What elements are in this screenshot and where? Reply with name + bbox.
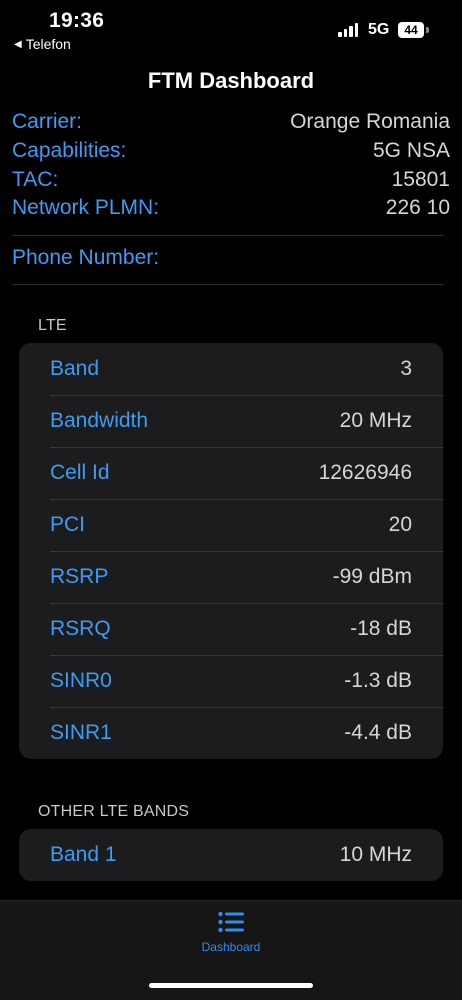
row-value: 12626946 bbox=[318, 461, 412, 484]
lte-row-band: Band 3 bbox=[19, 343, 443, 395]
lte-row-rsrp: RSRP -99 dBm bbox=[19, 551, 443, 603]
battery-icon: 44 bbox=[398, 22, 424, 38]
tab-dashboard[interactable]: Dashboard bbox=[190, 911, 272, 954]
other-bands-card: Band 1 10 MHz bbox=[19, 829, 443, 881]
divider bbox=[12, 235, 444, 236]
info-label: Network PLMN: bbox=[12, 196, 160, 219]
row-value: -18 dB bbox=[350, 617, 412, 640]
row-value: -4.4 dB bbox=[344, 721, 412, 744]
row-label: PCI bbox=[50, 513, 86, 536]
lte-row-bandwidth: Bandwidth 20 MHz bbox=[19, 395, 443, 447]
info-value: 15801 bbox=[391, 168, 450, 191]
back-label: Telefon bbox=[25, 36, 71, 52]
lte-row-cell-id: Cell Id 12626946 bbox=[19, 447, 443, 499]
row-label: Band bbox=[50, 357, 100, 380]
battery-tip bbox=[426, 27, 429, 33]
info-value: 226 10 bbox=[385, 196, 450, 219]
info-row-phone: Phone Number: bbox=[12, 244, 450, 272]
row-value: 10 MHz bbox=[339, 843, 412, 866]
info-row-capabilities: Capabilities: 5G NSA bbox=[12, 137, 450, 165]
network-type: 5G bbox=[368, 21, 390, 38]
row-value: 20 MHz bbox=[339, 409, 412, 432]
status-bar: 19:36 ◀ Telefon 5G 44 bbox=[0, 0, 462, 60]
info-row-tac: TAC: 15801 bbox=[12, 166, 450, 194]
lte-row-pci: PCI 20 bbox=[19, 499, 443, 551]
row-label: SINR1 bbox=[50, 721, 112, 744]
row-label: Cell Id bbox=[50, 461, 110, 484]
status-time: 19:36 bbox=[49, 9, 105, 32]
back-to-app-button[interactable]: ◀ Telefon bbox=[14, 36, 71, 52]
row-label: SINR0 bbox=[50, 669, 112, 692]
section-header-other-bands: OTHER LTE BANDS bbox=[38, 803, 190, 820]
row-value: 20 bbox=[388, 513, 412, 536]
tab-label: Dashboard bbox=[201, 940, 261, 954]
lte-row-sinr0: SINR0 -1.3 dB bbox=[19, 655, 443, 707]
section-header-lte: LTE bbox=[38, 317, 67, 334]
info-row-carrier: Carrier: Orange Romania bbox=[12, 108, 450, 136]
info-value: 5G NSA bbox=[372, 139, 450, 162]
home-indicator[interactable] bbox=[149, 983, 313, 988]
lte-card: Band 3 Bandwidth 20 MHz Cell Id 12626946… bbox=[19, 343, 443, 759]
row-label: RSRQ bbox=[50, 617, 111, 640]
info-label: TAC: bbox=[12, 168, 59, 191]
lte-row-sinr1: SINR1 -4.4 dB bbox=[19, 707, 443, 759]
row-value: -1.3 dB bbox=[344, 669, 412, 692]
row-label: Bandwidth bbox=[50, 409, 149, 432]
row-value: -99 dBm bbox=[332, 565, 412, 588]
other-band-row: Band 1 10 MHz bbox=[19, 829, 443, 881]
info-label: Carrier: bbox=[12, 110, 83, 133]
row-label: Band 1 bbox=[50, 843, 117, 866]
back-arrow-icon: ◀ bbox=[14, 38, 22, 50]
info-value: Orange Romania bbox=[290, 110, 450, 133]
divider bbox=[12, 284, 444, 285]
lte-row-rsrq: RSRQ -18 dB bbox=[19, 603, 443, 655]
row-value: 3 bbox=[400, 357, 412, 380]
page-title: FTM Dashboard bbox=[147, 68, 315, 93]
list-icon bbox=[218, 911, 244, 933]
row-label: RSRP bbox=[50, 565, 109, 588]
cellular-signal-icon bbox=[338, 23, 358, 37]
info-label: Phone Number: bbox=[12, 246, 160, 269]
info-label: Capabilities: bbox=[12, 139, 127, 162]
info-row-plmn: Network PLMN: 226 10 bbox=[12, 194, 450, 222]
